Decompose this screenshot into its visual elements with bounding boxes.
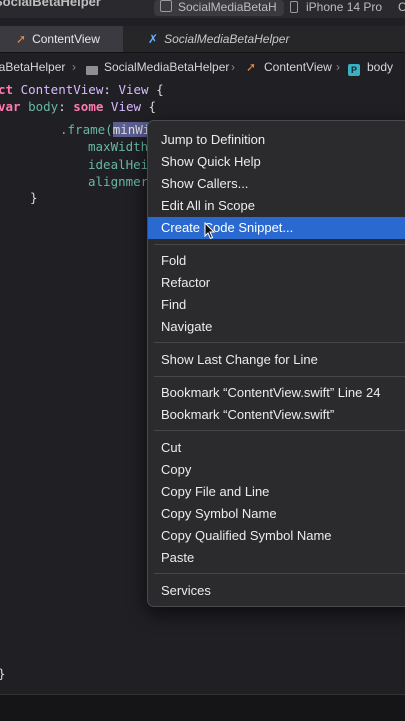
menu-item-show-quick-help[interactable]: Show Quick Help [148, 151, 405, 173]
menu-item-fold[interactable]: Fold [148, 250, 405, 272]
menu-item-navigate[interactable]: Navigate [148, 316, 405, 338]
app-icon: ✗ [148, 32, 159, 46]
chevron-right-icon: › [336, 60, 340, 74]
tab-contentview[interactable]: ➚ ContentView [0, 26, 123, 52]
code-line: maxWidth [88, 139, 149, 154]
menu-separator [154, 244, 405, 245]
code-line: ct ContentView: View { [0, 82, 164, 97]
mouse-pointer-icon [204, 222, 216, 240]
menu-item-show-callers[interactable]: Show Callers... [148, 173, 405, 195]
menu-item-copy[interactable]: Copy [148, 459, 405, 481]
swift-icon: ➚ [16, 32, 27, 46]
toolbar: SocialBetaHelper SocialMediaBetaH iPhone… [0, 0, 405, 18]
tab-label: SocialMediaBetaHelper [164, 32, 290, 46]
project-name: SocialBetaHelper [0, 0, 101, 9]
menu-item-jump-to-definition[interactable]: Jump to Definition [148, 129, 405, 151]
chevron-right-icon: › [72, 60, 76, 74]
menu-item-bookmark-file[interactable]: Bookmark “ContentView.swift” [148, 404, 405, 426]
device-icon [290, 0, 298, 18]
code-line: } [0, 666, 6, 681]
breadcrumb-item[interactable]: iaBetaHelper [0, 60, 65, 74]
tab-label: ContentView [32, 32, 100, 46]
code-line: alignmer [88, 174, 149, 189]
menu-item-show-last-change[interactable]: Show Last Change for Line [148, 349, 405, 371]
code-line: .frame(minWi [60, 122, 151, 137]
menu-item-paste[interactable]: Paste [148, 547, 405, 569]
breadcrumb: iaBetaHelper › SocialMediaBetaHelper › ➚… [0, 57, 405, 77]
menu-item-edit-all-in-scope[interactable]: Edit All in Scope [148, 195, 405, 217]
chevron-right-icon: › [231, 60, 235, 74]
menu-item-refactor[interactable]: Refactor [148, 272, 405, 294]
code-line: var body: some View { [0, 99, 157, 114]
context-menu: Jump to Definition Show Quick Help Show … [147, 120, 405, 607]
breadcrumb-item[interactable]: body [367, 60, 393, 74]
menu-item-copy-file-and-line[interactable]: Copy File and Line [148, 481, 405, 503]
menu-item-copy-symbol-name[interactable]: Copy Symbol Name [148, 503, 405, 525]
menu-item-create-code-snippet[interactable]: Create Code Snippet... [148, 217, 405, 239]
tab-socialmediabetahelper[interactable]: ✗ SocialMediaBetaHelper [140, 26, 300, 52]
menu-item-find[interactable]: Find [148, 294, 405, 316]
code-line: } [30, 190, 38, 205]
menu-item-copy-qualified-symbol-name[interactable]: Copy Qualified Symbol Name [148, 525, 405, 547]
menu-separator [154, 573, 405, 574]
scheme-target: SocialMediaBetaH [178, 0, 277, 14]
menu-separator [154, 376, 405, 377]
scheme-selector[interactable]: SocialMediaBetaH [154, 0, 284, 16]
menu-separator [154, 430, 405, 431]
menu-item-bookmark-line[interactable]: Bookmark “ContentView.swift” Line 24 [148, 382, 405, 404]
menu-item-cut[interactable]: Cut [148, 437, 405, 459]
menu-item-services[interactable]: Services [148, 580, 405, 602]
toolbar-overflow[interactable]: C [398, 0, 405, 14]
editor-tab-bar: ➚ ContentView ✗ SocialMediaBetaHelper [0, 26, 405, 53]
swift-icon: ➚ [246, 60, 257, 74]
breadcrumb-item[interactable]: ContentView [264, 60, 332, 74]
menu-separator [154, 342, 405, 343]
code-line: idealHei [88, 157, 149, 172]
breadcrumb-item[interactable]: SocialMediaBetaHelper [104, 60, 229, 74]
device-selector[interactable]: iPhone 14 Pro [306, 0, 382, 14]
debug-bar [0, 694, 405, 721]
